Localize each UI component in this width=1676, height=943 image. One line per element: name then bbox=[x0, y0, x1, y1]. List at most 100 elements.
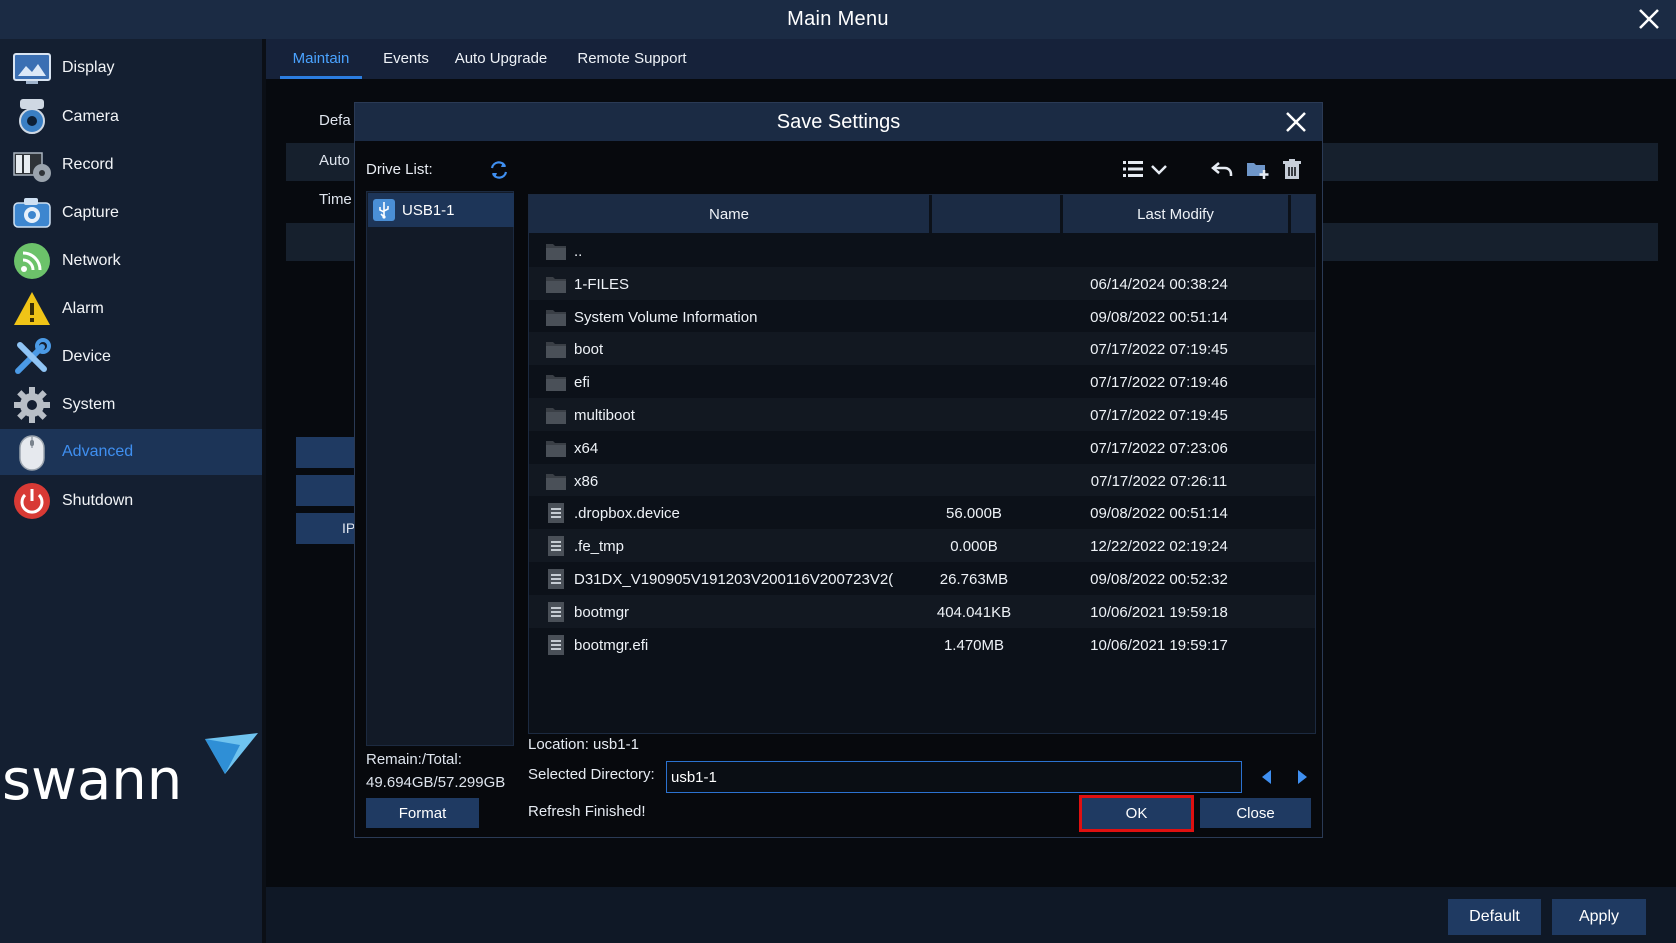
close-icon bbox=[1639, 9, 1659, 29]
file-row[interactable]: x86 07/17/2022 07:26:11 bbox=[529, 463, 1315, 499]
file-icon bbox=[545, 634, 567, 656]
trash-icon[interactable] bbox=[1280, 157, 1304, 181]
tab-bar: Maintain Events Auto Upgrade Remote Supp… bbox=[266, 39, 1676, 79]
tab-maintain[interactable]: Maintain bbox=[280, 39, 362, 79]
sidebar-item-label: Network bbox=[62, 252, 121, 269]
status-text: Refresh Finished! bbox=[528, 803, 646, 820]
chevron-down-icon[interactable] bbox=[1147, 157, 1171, 181]
file-modified: 07/17/2022 07:23:06 bbox=[1090, 439, 1228, 457]
file-size: 1.470MB bbox=[943, 636, 1005, 654]
list-view-icon[interactable] bbox=[1121, 157, 1145, 181]
sidebar-item-label: Shutdown bbox=[62, 492, 134, 509]
network-icon bbox=[12, 241, 52, 281]
sidebar-item-label: Record bbox=[62, 156, 114, 173]
file-row[interactable]: D31DX_V190905V191203V200116V200723V2( 26.… bbox=[529, 562, 1315, 597]
folder-icon bbox=[545, 437, 567, 459]
close-icon bbox=[1286, 112, 1306, 132]
file-name: D31DX_V190905V191203V200116V200723V2( bbox=[574, 571, 894, 588]
mouse-icon bbox=[12, 432, 52, 472]
refresh-icon[interactable] bbox=[488, 159, 510, 181]
column-header-last-modify[interactable]: Last Modify bbox=[1063, 195, 1288, 233]
file-name: 1-FILES bbox=[574, 275, 630, 293]
sidebar-item-camera[interactable]: Camera bbox=[0, 94, 262, 140]
file-row[interactable]: .. bbox=[529, 234, 1315, 269]
drive-item-usb[interactable]: USB1-1 bbox=[368, 193, 514, 227]
folder-icon bbox=[545, 240, 567, 262]
background-button[interactable] bbox=[296, 475, 356, 506]
file-row[interactable]: .fe_tmp 0.000B 12/22/2022 02:19:24 bbox=[529, 529, 1315, 565]
column-header-size[interactable] bbox=[932, 195, 1060, 233]
sidebar-item-label: System bbox=[62, 396, 116, 413]
tab-remote-support[interactable]: Remote Support bbox=[571, 39, 693, 79]
sidebar-item-display[interactable]: Display bbox=[0, 45, 262, 91]
ok-button[interactable]: OK bbox=[1079, 795, 1194, 832]
sidebar-item-network[interactable]: Network bbox=[0, 238, 262, 284]
file-row[interactable]: System Volume Information 09/08/2022 00:5… bbox=[529, 299, 1315, 335]
sidebar: Display Camera Record Capture Network Al… bbox=[0, 39, 262, 943]
format-button[interactable]: Format bbox=[366, 798, 479, 828]
sidebar-item-advanced[interactable]: Advanced bbox=[0, 429, 262, 475]
file-row[interactable]: boot 07/17/2022 07:19:45 bbox=[529, 332, 1315, 368]
close-main-menu-button[interactable] bbox=[1635, 5, 1663, 33]
alarm-icon bbox=[12, 289, 52, 329]
file-row[interactable]: x64 07/17/2022 07:23:06 bbox=[529, 430, 1315, 466]
file-row[interactable]: 1-FILES 06/14/2024 00:38:24 bbox=[529, 266, 1315, 302]
file-size: 26.763MB bbox=[939, 571, 1009, 588]
sidebar-item-label: Capture bbox=[62, 204, 119, 221]
file-name: multiboot bbox=[574, 407, 635, 424]
default-button[interactable]: Default bbox=[1448, 899, 1541, 935]
file-name: x86 bbox=[574, 472, 599, 490]
next-arrow-icon[interactable] bbox=[1292, 767, 1312, 787]
sidebar-item-shutdown[interactable]: Shutdown bbox=[0, 478, 262, 524]
sidebar-item-label: Alarm bbox=[62, 300, 104, 317]
drive-list: USB1-1 bbox=[366, 191, 514, 746]
usb-icon bbox=[372, 198, 396, 222]
file-row[interactable]: efi 07/17/2022 07:19:46 bbox=[529, 365, 1315, 401]
file-modified: 07/17/2022 07:19:46 bbox=[1090, 374, 1228, 392]
swann-logo: swann bbox=[0, 729, 262, 813]
sidebar-item-record[interactable]: Record bbox=[0, 142, 262, 188]
file-name: boot bbox=[574, 341, 604, 359]
gear-icon bbox=[12, 385, 52, 425]
sidebar-item-alarm[interactable]: Alarm bbox=[0, 286, 262, 332]
file-name: .fe_tmp bbox=[574, 538, 625, 556]
previous-arrow-icon[interactable] bbox=[1257, 767, 1277, 787]
tab-events[interactable]: Events bbox=[376, 39, 436, 79]
file-icon bbox=[545, 601, 567, 623]
column-header-spacer bbox=[1291, 195, 1315, 233]
capture-icon bbox=[12, 193, 52, 233]
close-button[interactable]: Close bbox=[1200, 798, 1311, 828]
file-modified: 10/06/2021 19:59:17 bbox=[1090, 636, 1228, 654]
logo-text: swann bbox=[2, 748, 182, 809]
folder-icon bbox=[545, 338, 567, 360]
background-button[interactable] bbox=[296, 437, 356, 468]
selected-directory-input[interactable] bbox=[666, 761, 1242, 793]
file-row[interactable]: bootmgr 404.041KB 10/06/2021 19:59:18 bbox=[529, 594, 1315, 630]
sidebar-item-system[interactable]: System bbox=[0, 382, 262, 428]
folder-icon bbox=[545, 306, 567, 328]
column-header-name[interactable]: Name bbox=[529, 195, 929, 233]
background-label: Time bbox=[319, 191, 352, 208]
file-row[interactable]: .dropbox.device 56.000B 09/08/2022 00:51:1… bbox=[529, 496, 1315, 532]
file-row[interactable]: bootmgr.efi 1.470MB 10/06/2021 19:59:17 bbox=[529, 627, 1315, 663]
close-dialog-button[interactable] bbox=[1282, 108, 1310, 136]
tab-auto-upgrade[interactable]: Auto Upgrade bbox=[451, 39, 551, 79]
file-row[interactable]: multiboot 07/17/2022 07:19:45 bbox=[529, 398, 1315, 433]
background-label: Auto bbox=[319, 152, 350, 169]
apply-button[interactable]: Apply bbox=[1552, 899, 1646, 935]
sidebar-item-label: Camera bbox=[62, 108, 119, 125]
file-modified: 07/17/2022 07:26:11 bbox=[1090, 472, 1228, 490]
sidebar-item-label: Advanced bbox=[62, 443, 134, 460]
selected-directory-label: Selected Directory: bbox=[528, 766, 655, 783]
file-size: 56.000B bbox=[946, 505, 1002, 523]
file-modified: 07/17/2022 07:19:45 bbox=[1090, 341, 1228, 359]
back-icon[interactable] bbox=[1210, 157, 1234, 181]
background-button[interactable]: IP bbox=[296, 513, 356, 544]
title-bar: Main Menu bbox=[0, 0, 1676, 39]
file-modified: 09/08/2022 00:52:32 bbox=[1090, 571, 1228, 588]
file-name: System Volume Information bbox=[574, 308, 758, 326]
sidebar-item-label: Device bbox=[62, 348, 111, 365]
sidebar-item-capture[interactable]: Capture bbox=[0, 190, 262, 236]
new-folder-icon[interactable] bbox=[1245, 157, 1269, 181]
sidebar-item-device[interactable]: Device bbox=[0, 334, 262, 380]
